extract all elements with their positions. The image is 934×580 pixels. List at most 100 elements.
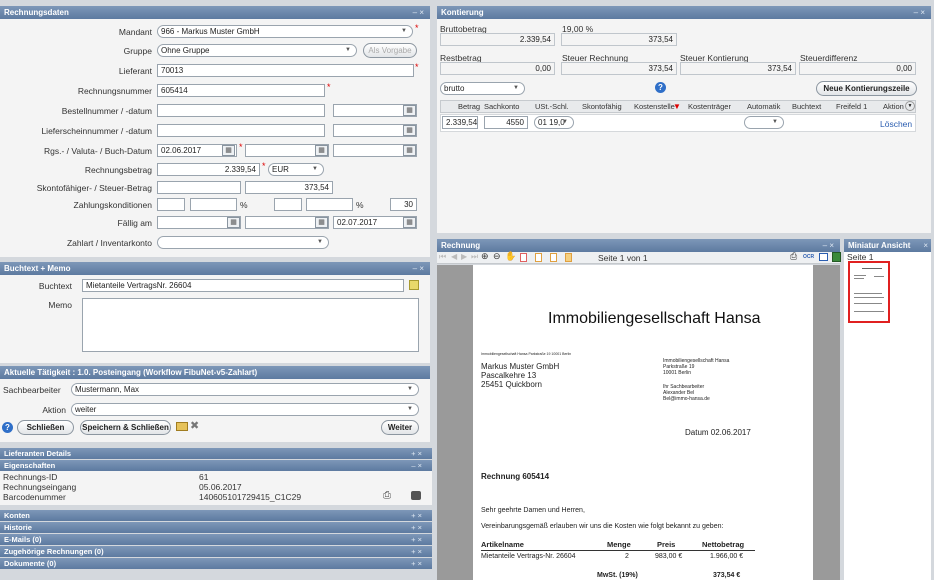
mandant-select[interactable]: 966 - Markus Muster GmbH ▼: [157, 25, 413, 38]
add-page-icon[interactable]: [832, 252, 841, 262]
nav-prev-icon[interactable]: ◀: [451, 252, 457, 261]
notes-icon[interactable]: [409, 280, 419, 290]
print-icon[interactable]: ⎙: [383, 490, 391, 501]
historie-section[interactable]: Historie + ×: [0, 522, 432, 533]
doc-company-title: Immobiliengesellschaft Hansa: [548, 310, 761, 327]
steuer-betrag-input[interactable]: 373,54: [245, 181, 333, 194]
steuer-kontierung-field: 373,54: [680, 62, 796, 75]
pan-tool-icon[interactable]: ✋: [505, 251, 516, 262]
lieferanten-details-section[interactable]: Lieferanten Details + ×: [0, 448, 432, 459]
row-ust-select[interactable]: 01 19,0 ▼: [534, 116, 574, 129]
speichern-schliessen-button[interactable]: Speichern & Schließen: [80, 420, 171, 435]
dokumente-section[interactable]: Dokumente (0) + ×: [0, 558, 432, 569]
section-controls[interactable]: + ×: [411, 546, 422, 557]
zoom-out-icon[interactable]: ⊖: [493, 251, 501, 262]
section-controls[interactable]: + ×: [411, 510, 422, 521]
section-controls[interactable]: + ×: [411, 534, 422, 545]
help-icon[interactable]: ?: [2, 422, 13, 433]
help-icon[interactable]: ?: [655, 82, 666, 93]
ocr-icon[interactable]: OCR: [803, 254, 814, 260]
print-icon[interactable]: ⎙: [790, 251, 797, 262]
eigenschaften-section[interactable]: Eigenschaften – ×: [0, 460, 432, 471]
column-menu-icon[interactable]: ▼: [905, 101, 915, 111]
doc-row-price: 983,00 €: [655, 553, 683, 560]
fit-width-icon[interactable]: [535, 253, 542, 262]
rechnungseingang-value: 05.06.2017: [199, 482, 242, 492]
doc-row-article: Mietanteile Vertrags-Nr. 26604: [481, 553, 576, 560]
panel-controls[interactable]: – ×: [413, 262, 424, 275]
tools-icon[interactable]: ✖: [190, 419, 199, 432]
gruppe-select[interactable]: Ohne Gruppe ▼: [157, 44, 357, 57]
konten-section[interactable]: Konten + ×: [0, 510, 432, 521]
zahlart-select[interactable]: ▼: [157, 236, 329, 249]
zugehoerige-rechnungen-section[interactable]: Zugehörige Rechnungen (0) + ×: [0, 546, 432, 557]
doc-from-city: 10001 Berlin: [663, 370, 692, 376]
skonto-betrag-input[interactable]: [157, 181, 241, 194]
calendar-icon[interactable]: ▦: [315, 145, 328, 156]
skonto-tage-1-input[interactable]: [157, 198, 185, 211]
section-controls[interactable]: + ×: [411, 522, 422, 533]
calendar-icon[interactable]: ▦: [403, 125, 416, 136]
calendar-icon[interactable]: ▦: [403, 105, 416, 116]
skonto-pct-1-input[interactable]: [190, 198, 237, 211]
sachbearbeiter-select[interactable]: Mustermann, Max ▼: [71, 383, 419, 396]
section-controls[interactable]: + ×: [411, 558, 422, 569]
window-icon[interactable]: [819, 253, 828, 261]
calendar-icon[interactable]: ▦: [222, 145, 235, 156]
doc-salutation: Sehr geehrte Damen und Herren,: [481, 507, 585, 514]
loeschen-link[interactable]: Löschen: [880, 119, 912, 129]
doc-th-net: Nettobetrag: [702, 540, 745, 549]
lieferant-input[interactable]: 70013: [157, 64, 414, 77]
zoom-in-icon[interactable]: ⊕: [481, 251, 489, 262]
filter-icon[interactable]: ▼: [673, 102, 681, 111]
weiter-button[interactable]: Weiter: [381, 420, 419, 435]
page-thumbnail[interactable]: [848, 261, 890, 323]
layer-icon[interactable]: [565, 253, 572, 262]
calendar-icon[interactable]: ▦: [403, 145, 416, 156]
section-controls[interactable]: – ×: [411, 460, 422, 471]
barcode-scan-icon[interactable]: [411, 491, 421, 500]
rotate-icon[interactable]: [550, 253, 557, 262]
buchtext-input[interactable]: Mietanteile VertragsNr. 26604: [82, 279, 404, 292]
buchtext-label: Buchtext: [38, 281, 72, 291]
section-controls[interactable]: + ×: [411, 448, 422, 459]
chevron-down-icon: ▼: [407, 406, 413, 412]
row-sachkonto-input[interactable]: 4550: [484, 116, 528, 129]
panel-controls[interactable]: ×: [923, 239, 928, 252]
panel-controls[interactable]: – ×: [823, 239, 834, 252]
row-betrag-value: 2.339,54: [446, 118, 478, 127]
nav-first-icon[interactable]: ⏮: [439, 252, 446, 262]
zahlungsziel-input[interactable]: 30: [390, 198, 417, 211]
schliessen-button[interactable]: Schließen: [17, 420, 74, 435]
row-betrag-input[interactable]: 2.339,54: [442, 116, 478, 129]
rechnungsbetrag-input[interactable]: 2.339,54: [157, 163, 260, 176]
calendar-icon[interactable]: ▦: [227, 217, 240, 228]
memo-textarea[interactable]: [82, 298, 419, 352]
bestellnummer-input[interactable]: [157, 104, 325, 117]
calendar-icon[interactable]: ▦: [315, 217, 328, 228]
doc-sender-line: Immobiliengesellschaft Hansa Parkstraße …: [481, 352, 572, 356]
nav-last-icon[interactable]: ⏭: [471, 252, 478, 262]
steuerbetrag-field: 373,54: [561, 33, 677, 46]
fit-page-icon[interactable]: [520, 253, 527, 262]
skonto-tage-2-input[interactable]: [274, 198, 302, 211]
panel-controls[interactable]: – ×: [413, 6, 424, 19]
aktion-select[interactable]: weiter ▼: [71, 403, 419, 416]
steuer-rechnung-value: 373,54: [648, 64, 673, 73]
row-automatik-select[interactable]: ▼: [744, 116, 784, 129]
emails-section[interactable]: E-Mails (0) + ×: [0, 534, 432, 545]
lieferscheinnummer-input[interactable]: [157, 124, 325, 137]
col-sachkonto: Sachkonto: [484, 102, 520, 111]
neue-kontierungszeile-button[interactable]: Neue Kontierungszeile: [816, 81, 917, 96]
skonto-pct-2-input[interactable]: [306, 198, 353, 211]
panel-controls[interactable]: – ×: [914, 6, 925, 19]
calendar-icon[interactable]: ▦: [403, 217, 416, 228]
brutto-netto-select[interactable]: brutto ▼: [440, 82, 525, 95]
rechnungsnummer-input[interactable]: 605414: [157, 84, 325, 97]
folder-icon[interactable]: [176, 422, 188, 431]
als-vorgabe-button[interactable]: Als Vorgabe: [363, 43, 417, 58]
col-automatik: Automatik: [747, 102, 781, 111]
nav-next-icon[interactable]: ▶: [461, 252, 467, 261]
miniatur-title: Miniatur Ansicht: [848, 241, 911, 250]
currency-select[interactable]: EUR ▼: [268, 163, 324, 176]
